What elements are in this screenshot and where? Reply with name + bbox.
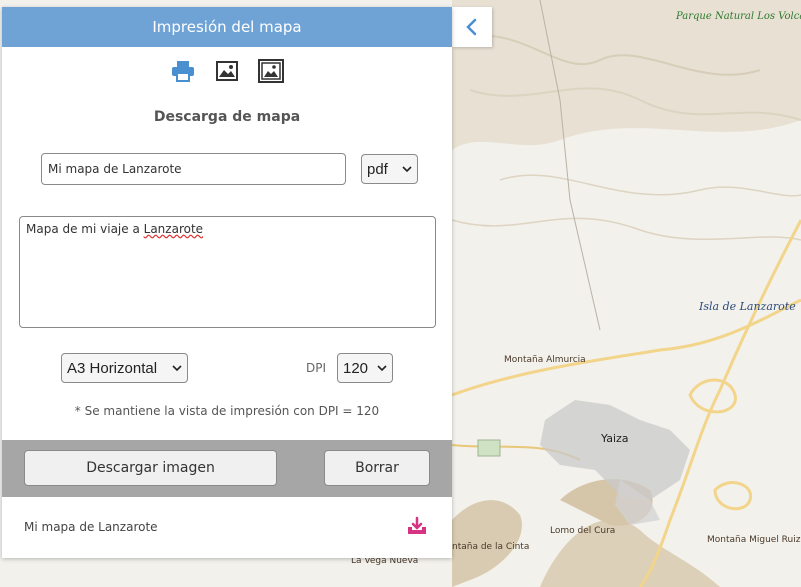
map-label-park: Parque Natural Los Volca (676, 11, 801, 22)
map-label-montana-cinta: ntaña de la Cinta (452, 542, 530, 552)
map-label-montana-almurcia: Montaña Almurcia (504, 355, 586, 365)
print-panel: Impresión del mapa Descarga de mapa Mi m… (2, 7, 452, 558)
paper-size-select[interactable]: A3 Horizontal (61, 353, 188, 383)
dpi-note: * Se mantiene la vista de impresión con … (74, 404, 380, 418)
image-icon (216, 61, 238, 81)
download-image-button[interactable]: Descargar imagen (24, 450, 277, 486)
chevron-down-icon (402, 166, 412, 173)
framed-image-icon (258, 59, 284, 83)
description-text: Mapa de mi viaje a (26, 222, 144, 236)
image-mode-button[interactable] (214, 58, 240, 84)
section-title: Descarga de mapa (153, 109, 301, 125)
dpi-select[interactable]: 120 (337, 353, 393, 383)
description-misspelled-word: Lanzarote (143, 222, 204, 236)
panel-title: Impresión del mapa (2, 7, 452, 47)
map-label-lomo-del-cura: Lomo del Cura (550, 526, 616, 536)
printer-icon (172, 61, 194, 82)
format-select-value: pdf (367, 160, 388, 178)
download-icon (408, 516, 426, 534)
framed-image-mode-button[interactable] (258, 58, 284, 84)
dpi-label: DPI (306, 361, 327, 375)
chevron-down-icon (377, 365, 387, 372)
map-label-yaiza: Yaiza (601, 432, 629, 445)
collapse-panel-button[interactable] (452, 7, 492, 47)
map-title-input[interactable] (41, 153, 346, 185)
paper-size-value: A3 Horizontal (67, 359, 158, 377)
download-result-item: Mi mapa de Lanzarote (2, 502, 452, 552)
result-name: Mi mapa de Lanzarote (24, 520, 158, 534)
dpi-value: 120 (343, 359, 369, 377)
format-select[interactable]: pdf (361, 154, 418, 184)
chevron-down-icon (172, 365, 182, 372)
description-textarea[interactable]: Mapa de mi viaje a Lanzarote (19, 216, 436, 328)
print-mode-button[interactable] (170, 58, 196, 84)
action-bar: Descargar imagen Borrar (2, 440, 452, 497)
map-label-montana-miguel-ruiz: Montaña Miguel Ruiz (707, 535, 801, 545)
result-download-button[interactable] (406, 516, 428, 538)
map-label-island: Isla de Lanzarote (699, 300, 796, 313)
print-mode-toolbar (170, 58, 284, 84)
chevron-left-icon (466, 18, 477, 36)
clear-button[interactable]: Borrar (324, 450, 430, 486)
